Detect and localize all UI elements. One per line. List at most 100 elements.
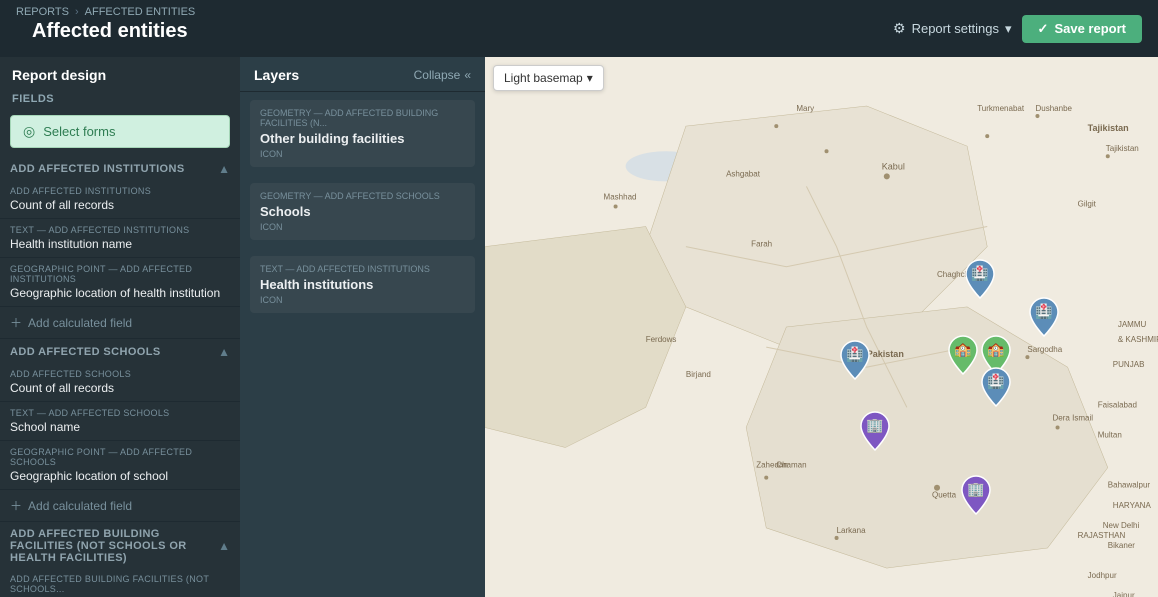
breadcrumb: REPORTS › AFFECTED ENTITIES	[16, 6, 893, 18]
breadcrumb-reports[interactable]: REPORTS	[16, 6, 69, 18]
field-type: TEXT — ADD AFFECTED SCHOOLS	[10, 408, 230, 418]
forms-icon: ◎	[23, 123, 35, 140]
page-title: Affected entities	[16, 18, 893, 51]
layers-label: Layers	[254, 67, 299, 83]
report-design-title: Report design	[0, 57, 240, 89]
chevron-up-icon: ▲	[218, 345, 230, 359]
field-type: ADD AFFECTED BUILDING FACILITIES (NOT SC…	[10, 574, 230, 594]
layer-name: Other building facilities	[260, 131, 465, 146]
basemap-label: Light basemap	[504, 71, 583, 85]
svg-text:Kabul: Kabul	[882, 161, 905, 171]
svg-text:Turkmenabat: Turkmenabat	[977, 104, 1025, 113]
chevron-up-icon: ▲	[218, 539, 230, 553]
chevron-up-icon: ▲	[218, 162, 230, 176]
chevron-down-icon: ▾	[1005, 21, 1012, 37]
field-type: TEXT — ADD AFFECTED INSTITUTIONS	[10, 225, 230, 235]
svg-text:Mary: Mary	[796, 104, 814, 113]
save-report-button[interactable]: ✓ Save report	[1022, 15, 1142, 43]
field-name: School name	[10, 420, 230, 434]
check-icon: ✓	[1038, 21, 1049, 37]
svg-text:Birjand: Birjand	[686, 370, 711, 379]
breadcrumb-affected-entities[interactable]: AFFECTED ENTITIES	[85, 6, 196, 18]
svg-text:Sargodha: Sargodha	[1027, 345, 1062, 354]
section-building-label: Add affected building facilities (not sc…	[10, 528, 218, 564]
report-settings-button[interactable]: ⚙ Report settings ▾	[893, 20, 1012, 37]
layer-type: ICON	[260, 149, 465, 159]
svg-text:Faisalabad: Faisalabad	[1098, 400, 1137, 409]
field-schools-name[interactable]: TEXT — ADD AFFECTED SCHOOLS School name	[0, 402, 240, 441]
svg-text:RAJASTHAN: RAJASTHAN	[1078, 531, 1126, 540]
collapse-label: Collapse	[414, 68, 461, 82]
chevron-down-icon: ▾	[587, 71, 593, 85]
field-institutions-location[interactable]: GEOGRAPHIC POINT — ADD AFFECTED INSTITUT…	[0, 258, 240, 307]
layer-other-building[interactable]: GEOMETRY — ADD AFFECTED BUILDING FACILIT…	[250, 100, 475, 167]
field-building-count[interactable]: ADD AFFECTED BUILDING FACILITIES (NOT SC…	[0, 568, 240, 597]
svg-text:New Delhi: New Delhi	[1103, 521, 1140, 530]
svg-text:Bahawalpur: Bahawalpur	[1108, 481, 1151, 490]
field-institutions-name[interactable]: TEXT — ADD AFFECTED INSTITUTIONS Health …	[0, 219, 240, 258]
report-settings-label: Report settings	[912, 21, 999, 36]
topbar: REPORTS › AFFECTED ENTITIES Affected ent…	[0, 0, 1158, 57]
svg-text:PUNJAB: PUNJAB	[1113, 360, 1145, 369]
layer-geo: GEOMETRY — ADD AFFECTED SCHOOLS	[260, 191, 465, 201]
section-institutions-label: Add affected institutions	[10, 163, 185, 175]
svg-text:Larkana: Larkana	[837, 526, 867, 535]
middle-panel: Layers Collapse « GEOMETRY — ADD AFFECTE…	[240, 57, 485, 597]
select-forms-button[interactable]: ◎ Select forms	[10, 115, 230, 148]
svg-text:Chaghcharan: Chaghcharan	[937, 270, 985, 279]
main-layout: Report design Fields ◎ Select forms Add …	[0, 57, 1158, 597]
svg-text:Dera Ismail: Dera Ismail	[1053, 413, 1094, 422]
map-background: Kabul Mashhad Dushanbe Tajikistan Tajiki…	[485, 57, 1158, 597]
map-area[interactable]: Light basemap ▾	[485, 57, 1158, 597]
plus-icon: ＋	[10, 497, 22, 514]
basemap-button[interactable]: Light basemap ▾	[493, 65, 604, 91]
layer-name: Schools	[260, 204, 465, 219]
field-type: ADD AFFECTED INSTITUTIONS	[10, 186, 230, 196]
add-calc-field-label: Add calculated field	[28, 316, 132, 330]
svg-text:Chaman: Chaman	[776, 461, 806, 470]
layer-schools[interactable]: GEOMETRY — ADD AFFECTED SCHOOLS Schools …	[250, 183, 475, 240]
field-name: Geographic location of health institutio…	[10, 286, 230, 300]
svg-text:Multan: Multan	[1098, 430, 1122, 439]
layer-type: ICON	[260, 295, 465, 305]
plus-icon: ＋	[10, 314, 22, 331]
add-calc-field-institutions[interactable]: ＋ Add calculated field	[0, 307, 240, 339]
svg-text:Gilgit: Gilgit	[1078, 199, 1097, 208]
svg-text:Ferdows: Ferdows	[646, 335, 677, 344]
topbar-right: ⚙ Report settings ▾ ✓ Save report	[893, 15, 1142, 43]
svg-text:Mashhad: Mashhad	[604, 192, 637, 201]
svg-text:Jaipur: Jaipur	[1113, 591, 1135, 597]
layer-type: ICON	[260, 222, 465, 232]
layer-geo: GEOMETRY — ADD AFFECTED BUILDING FACILIT…	[260, 108, 465, 128]
breadcrumb-sep: ›	[75, 6, 79, 18]
svg-text:Farah: Farah	[751, 240, 772, 249]
layers-header: Layers Collapse «	[240, 57, 485, 92]
collapse-button[interactable]: Collapse «	[414, 68, 471, 82]
field-type: ADD AFFECTED SCHOOLS	[10, 369, 230, 379]
svg-text:Bikaner: Bikaner	[1108, 541, 1136, 550]
field-type: GEOGRAPHIC POINT — ADD AFFECTED INSTITUT…	[10, 264, 230, 284]
layer-health-institutions[interactable]: TEXT — ADD AFFECTED INSTITUTIONS Health …	[250, 256, 475, 313]
section-building-header[interactable]: Add affected building facilities (not sc…	[0, 522, 240, 568]
section-schools-header[interactable]: Add affected schools ▲	[0, 339, 240, 363]
section-institutions-header[interactable]: Add affected institutions ▲	[0, 156, 240, 180]
gear-icon: ⚙	[893, 20, 906, 37]
field-institutions-count[interactable]: ADD AFFECTED INSTITUTIONS Count of all r…	[0, 180, 240, 219]
collapse-icon: «	[464, 68, 471, 82]
svg-text:& KASHMIR: & KASHMIR	[1118, 335, 1158, 344]
svg-text:Quetta: Quetta	[932, 491, 957, 500]
field-name: Health institution name	[10, 237, 230, 251]
svg-text:HARYANA: HARYANA	[1113, 501, 1152, 510]
svg-text:JAMMU: JAMMU	[1118, 320, 1147, 329]
field-name: Count of all records	[10, 381, 230, 395]
field-name: Count of all records	[10, 198, 230, 212]
svg-text:Tajikistan: Tajikistan	[1106, 144, 1139, 153]
svg-text:Pakistan: Pakistan	[867, 349, 904, 359]
add-calc-field-schools[interactable]: ＋ Add calculated field	[0, 490, 240, 522]
field-schools-location[interactable]: GEOGRAPHIC POINT — ADD AFFECTED SCHOOLS …	[0, 441, 240, 490]
map-toolbar: Light basemap ▾	[493, 65, 604, 91]
svg-text:Dushanbe: Dushanbe	[1035, 104, 1072, 113]
section-schools-label: Add affected schools	[10, 346, 161, 358]
layer-geo: TEXT — ADD AFFECTED INSTITUTIONS	[260, 264, 465, 274]
field-schools-count[interactable]: ADD AFFECTED SCHOOLS Count of all record…	[0, 363, 240, 402]
